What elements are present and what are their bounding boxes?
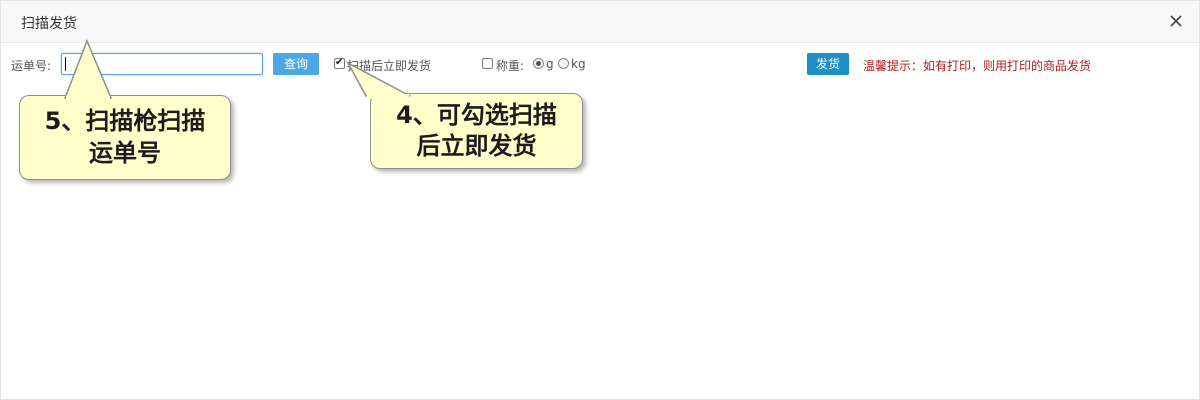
waybill-label: 运单号: [11, 59, 52, 73]
unit-radio-kg[interactable] [558, 58, 569, 69]
weigh-label[interactable]: 称重: [496, 57, 524, 74]
callout-pointer [63, 38, 113, 101]
tip-text: 温馨提示：如有打印，则用打印的商品发货 [863, 59, 1092, 73]
scan-ship-checkbox[interactable]: ✔ [334, 57, 345, 69]
unit-radio-g-label[interactable]: g [546, 57, 554, 71]
radio-selected-dot [536, 61, 541, 66]
unit-radio-g[interactable] [533, 58, 544, 69]
unit-radio-kg-label[interactable]: kg [571, 57, 586, 71]
callout-line: 5、扫描枪扫描 [44, 107, 206, 135]
checkmark-icon: ✔ [335, 57, 344, 68]
dialog-title: 扫描发货 [21, 16, 77, 32]
weigh-checkbox[interactable] [482, 58, 493, 69]
dialog-title-bar: 扫描发货 [1, 1, 1199, 43]
toolbar: 运单号: 查询 ✔ 扫描后立即发货 称重: g kg 发货 温馨提示：如有打印，… [1, 43, 1199, 83]
callout-pointer [346, 61, 411, 99]
close-icon[interactable] [1168, 13, 1184, 29]
callout-line: 运单号 [89, 139, 161, 167]
callout-scan-waybill: 5、扫描枪扫描 运单号 [19, 38, 231, 180]
callout-line: 4、可勾选扫描 [396, 101, 557, 129]
ship-button[interactable]: 发货 [807, 53, 849, 75]
scan-ship-dialog: 扫描发货 运单号: 查询 ✔ 扫描后立即发货 称重: g kg 发货 温馨提示：… [0, 0, 1200, 400]
callout-line: 后立即发货 [416, 132, 537, 160]
query-button[interactable]: 查询 [273, 53, 319, 75]
callout-scan-ship-option: 4、可勾选扫描 后立即发货 [346, 61, 583, 169]
